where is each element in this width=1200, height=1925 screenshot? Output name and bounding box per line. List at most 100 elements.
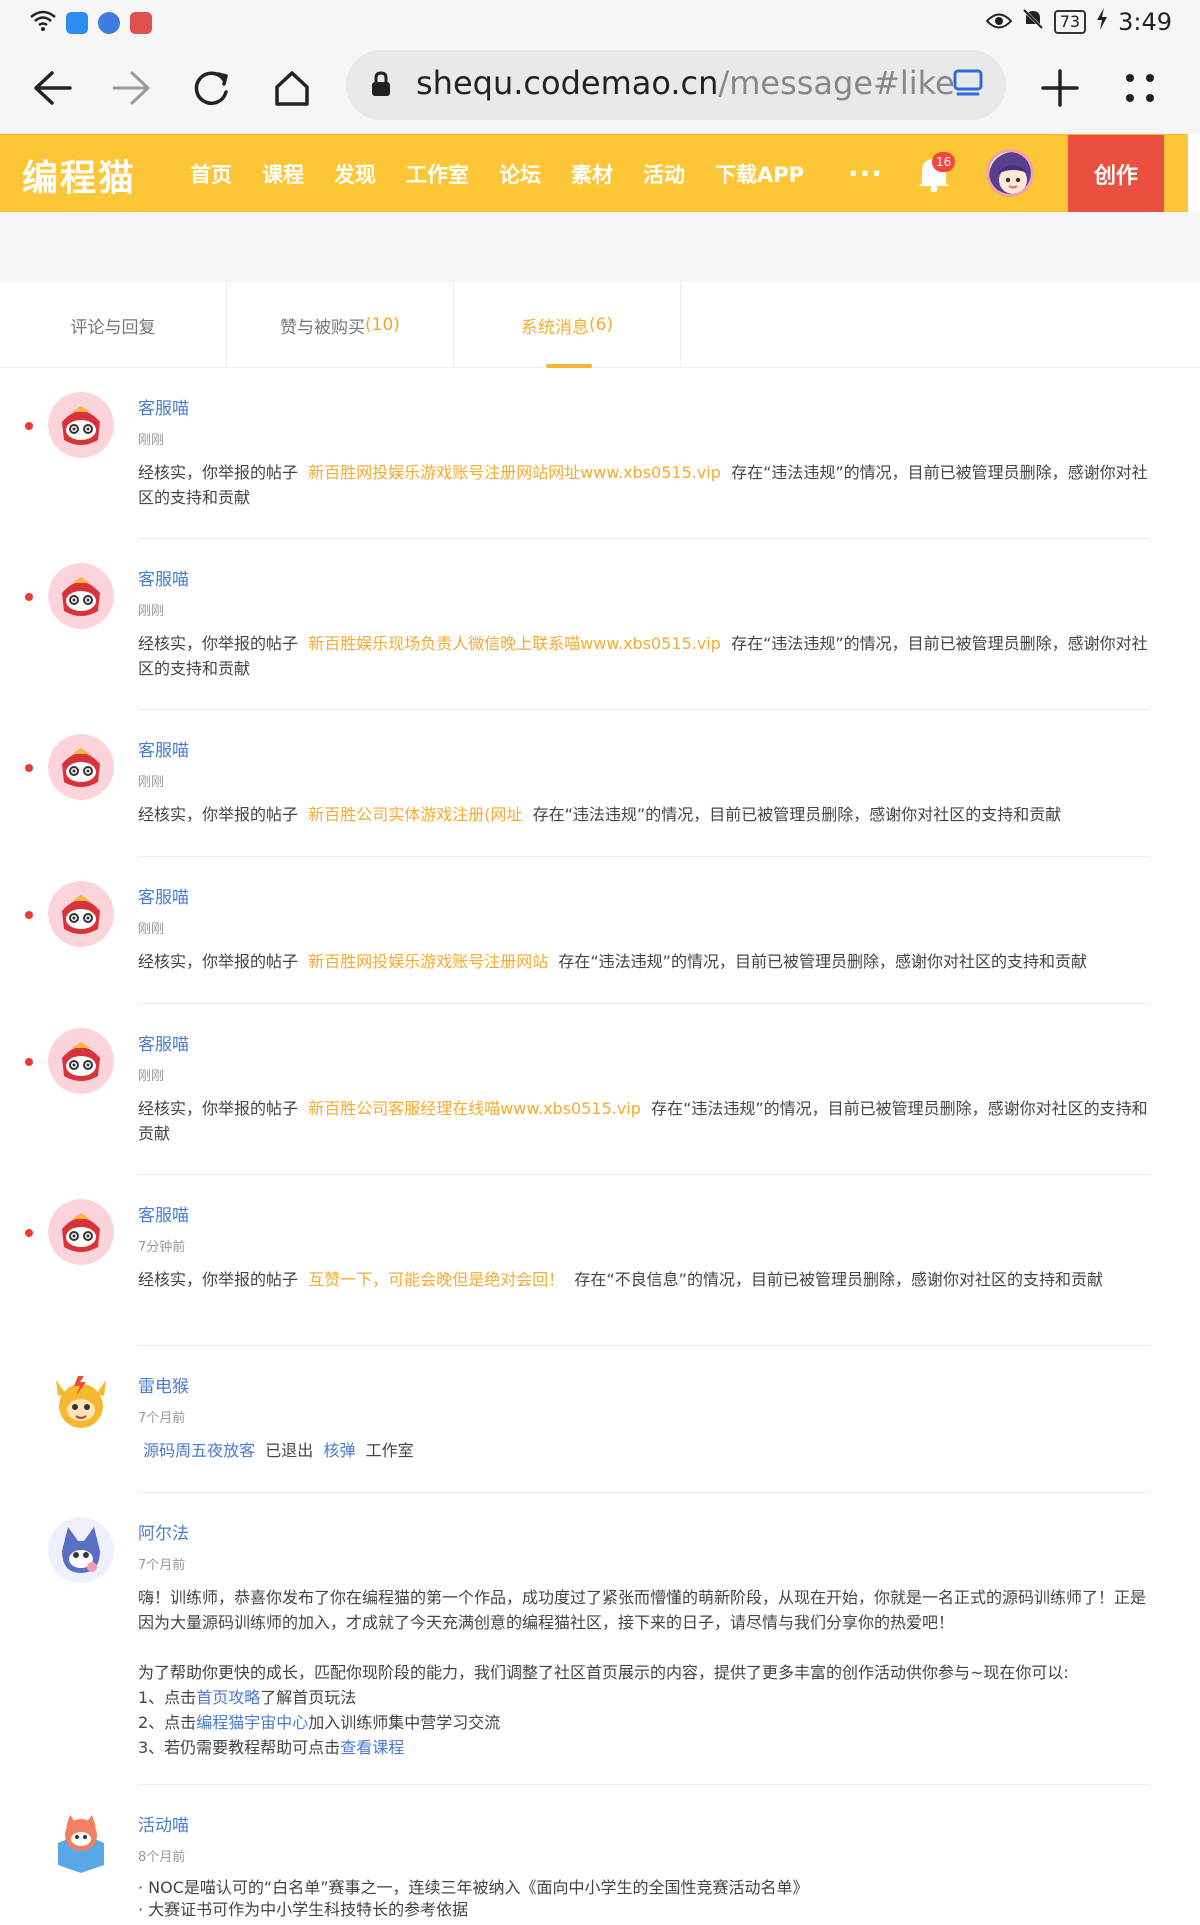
activity-line: · NOC是喵认可的“白名单”赛事之一，连续三年被纳入《面向中小学生的全国性竞赛… <box>138 1878 809 1897</box>
kefu-cat-avatar-icon[interactable] <box>48 392 114 458</box>
kefu-cat-avatar-icon[interactable] <box>48 1028 114 1094</box>
unread-dot <box>25 422 33 430</box>
user-link[interactable]: 源码周五夜放客 <box>143 1441 255 1460</box>
nav-materials[interactable]: 素材 <box>571 159 613 189</box>
reported-post-link[interactable]: 新百胜娱乐现场负责人微信晚上联系喵www.xbs0515.vip <box>308 634 721 653</box>
nav-studio[interactable]: 工作室 <box>406 159 469 189</box>
url-text: shequ.codemao.cn/message#like <box>416 64 955 102</box>
tab-comments-replies[interactable]: 评论与回复 <box>0 282 227 368</box>
back-button[interactable] <box>20 56 84 120</box>
list-item: 客服喵 刚刚 经核实，你举报的帖子 新百胜网投娱乐游戏账号注册网站 存在“违法违… <box>0 857 1200 1004</box>
message-body: 经核实，你举报的帖子 新百胜娱乐现场负责人微信晚上联系喵www.xbs0515.… <box>138 631 1150 681</box>
guide-item: 1、点击首页攻略了解首页玩法 <box>138 1685 1150 1710</box>
forward-button[interactable] <box>100 56 164 120</box>
message-suffix: 存在“违法违规”的情况，目前已被管理员删除，感谢你对社区的支持和贡献 <box>558 952 1087 971</box>
message-body: 经核实，你举报的帖子 新百胜公司客服经理在线喵www.xbs0515.vip 存… <box>138 1096 1150 1146</box>
create-button[interactable]: 创作 <box>1068 135 1164 213</box>
message-time: 刚刚 <box>138 433 165 448</box>
message-body: 嗨！训练师，恭喜你发布了你在编程猫的第一个作品，成功度过了紧张而懵懂的萌新阶段，… <box>138 1585 1150 1760</box>
reported-post-link[interactable]: 新百胜网投娱乐游戏账号注册网站 <box>308 952 548 971</box>
tab-likes-purchases[interactable]: 赞与被购买 (10) <box>227 282 454 368</box>
notification-count-badge: 16 <box>932 152 956 172</box>
message-prefix: 经核实，你举报的帖子 <box>138 634 299 653</box>
nav-discover[interactable]: 发现 <box>334 159 376 189</box>
nav-home[interactable]: 首页 <box>190 159 232 189</box>
kefu-cat-avatar-icon[interactable] <box>48 1199 114 1265</box>
activity-cat-avatar-icon[interactable] <box>48 1809 114 1875</box>
sender-name[interactable]: 客服喵 <box>138 1201 1150 1226</box>
message-prefix: 经核实，你举报的帖子 <box>138 463 299 482</box>
list-item: 客服喵 刚刚 经核实，你举报的帖子 新百胜娱乐现场负责人微信晚上联系喵www.x… <box>0 539 1200 710</box>
tab-label: 评论与回复 <box>70 317 156 338</box>
main-nav: 首页 课程 发现 工作室 论坛 素材 活动 下载APP <box>190 135 834 213</box>
address-bar[interactable]: shequ.codemao.cn/message#like <box>346 50 1006 120</box>
user-avatar[interactable] <box>986 149 1034 197</box>
guide-item-suffix: 了解首页玩法 <box>260 1688 357 1707</box>
sender-name[interactable]: 活动喵 <box>138 1811 1150 1836</box>
action-text: 已退出 <box>265 1441 314 1460</box>
message-suffix: 存在“不良信息”的情况，目前已被管理员删除，感谢你对社区的支持和贡献 <box>574 1270 1103 1289</box>
studio-link[interactable]: 核弹 <box>323 1441 355 1460</box>
menu-button[interactable] <box>1108 56 1172 120</box>
new-tab-button[interactable] <box>1028 56 1092 120</box>
kefu-cat-avatar-icon[interactable] <box>48 881 114 947</box>
message-body: 经核实，你举报的帖子 互赞一下，可能会晚但是绝对会回！ 存在“不良信息”的情况，… <box>138 1267 1150 1292</box>
nav-forum[interactable]: 论坛 <box>499 159 541 189</box>
activity-line: · 大赛证书可作为中小学生科技特长的参考依据 <box>138 1900 469 1919</box>
unread-dot <box>25 1058 33 1066</box>
sender-name[interactable]: 客服喵 <box>138 736 1150 761</box>
message-prefix: 经核实，你举报的帖子 <box>138 1270 299 1289</box>
nav-activities[interactable]: 活动 <box>643 159 685 189</box>
reported-post-link[interactable]: 互赞一下，可能会晚但是绝对会回！ <box>308 1270 564 1289</box>
nav-more[interactable]: ··· <box>848 157 883 190</box>
home-button[interactable] <box>260 56 324 120</box>
list-item: 客服喵 刚刚 经核实，你举报的帖子 新百胜网投娱乐游戏账号注册网站网址www.x… <box>0 368 1200 539</box>
universe-center-link[interactable]: 编程猫宇宙中心 <box>196 1713 308 1732</box>
sender-name[interactable]: 雷电猴 <box>138 1372 1150 1397</box>
sender-name[interactable]: 阿尔法 <box>138 1519 1150 1544</box>
homepage-guide-link[interactable]: 首页攻略 <box>196 1688 260 1707</box>
message-prefix: 经核实，你举报的帖子 <box>138 805 299 824</box>
tab-system-messages[interactable]: 系统消息 (6) <box>454 282 681 368</box>
list-item: 客服喵 刚刚 经核实，你举报的帖子 新百胜公司客服经理在线喵www.xbs051… <box>0 1004 1200 1175</box>
sender-name[interactable]: 客服喵 <box>138 394 1150 419</box>
alpha-cat-avatar-icon[interactable] <box>48 1517 114 1583</box>
list-item: 阿尔法 7个月前 嗨！训练师，恭喜你发布了你在编程猫的第一个作品，成功度过了紧张… <box>0 1493 1200 1785</box>
kefu-cat-avatar-icon[interactable] <box>48 734 114 800</box>
guide-item-prefix: 2、点击 <box>138 1713 197 1732</box>
site-logo[interactable]: 编程猫 <box>22 149 136 201</box>
sender-name[interactable]: 客服喵 <box>138 1030 1150 1055</box>
list-item: 客服喵 7分钟前 经核实，你举报的帖子 互赞一下，可能会晚但是绝对会回！ 存在“… <box>0 1175 1200 1346</box>
message-time: 7个月前 <box>138 1558 186 1573</box>
site-header: 编程猫 首页 课程 发现 工作室 论坛 素材 活动 下载APP ··· 16 创… <box>0 134 1188 213</box>
sender-name[interactable]: 客服喵 <box>138 883 1150 908</box>
message-body: 经核实，你举报的帖子 新百胜公司实体游戏注册(网址 存在“违法违规”的情况，目前… <box>138 802 1150 827</box>
guide-item-suffix: 加入训练师集中营学习交流 <box>308 1713 501 1732</box>
music-app-icon <box>98 12 120 34</box>
reported-post-link[interactable]: 新百胜公司客服经理在线喵www.xbs0515.vip <box>308 1099 641 1118</box>
nav-download-app[interactable]: 下载APP <box>715 159 804 189</box>
message-suffix: 存在“违法违规”的情况，目前已被管理员删除，感谢你对社区的支持和贡献 <box>532 805 1062 824</box>
unread-dot <box>25 593 33 601</box>
message-body: 经核实，你举报的帖子 新百胜网投娱乐游戏账号注册网站 存在“违法违规”的情况，目… <box>138 949 1150 974</box>
message-body: 经核实，你举报的帖子 新百胜网投娱乐游戏账号注册网站网址www.xbs0515.… <box>138 460 1150 510</box>
reported-post-link[interactable]: 新百胜公司实体游戏注册(网址 <box>308 805 522 824</box>
forward-arrow-icon <box>112 71 150 105</box>
sender-name[interactable]: 客服喵 <box>138 565 1150 590</box>
guide-item-prefix: 3、若仍需要教程帮助可点击 <box>138 1738 341 1757</box>
message-time: 刚刚 <box>138 922 165 937</box>
view-courses-link[interactable]: 查看课程 <box>340 1738 404 1757</box>
reported-post-link[interactable]: 新百胜网投娱乐游戏账号注册网站网址www.xbs0515.vip <box>308 463 721 482</box>
thunder-monkey-avatar-icon[interactable] <box>48 1370 114 1436</box>
kefu-cat-avatar-icon[interactable] <box>48 563 114 629</box>
reload-button[interactable] <box>180 56 244 120</box>
message-time: 刚刚 <box>138 1069 165 1084</box>
nav-courses[interactable]: 课程 <box>262 159 304 189</box>
list-item: 客服喵 刚刚 经核实，你举报的帖子 新百胜公司实体游戏注册(网址 存在“违法违规… <box>0 710 1200 857</box>
url-path: /message#like <box>718 64 955 102</box>
message-tabs: 评论与回复 赞与被购买 (10) 系统消息 (6) <box>0 282 1200 368</box>
device-icon[interactable] <box>952 68 984 102</box>
plus-icon <box>1041 69 1079 107</box>
lock-icon <box>370 70 392 102</box>
